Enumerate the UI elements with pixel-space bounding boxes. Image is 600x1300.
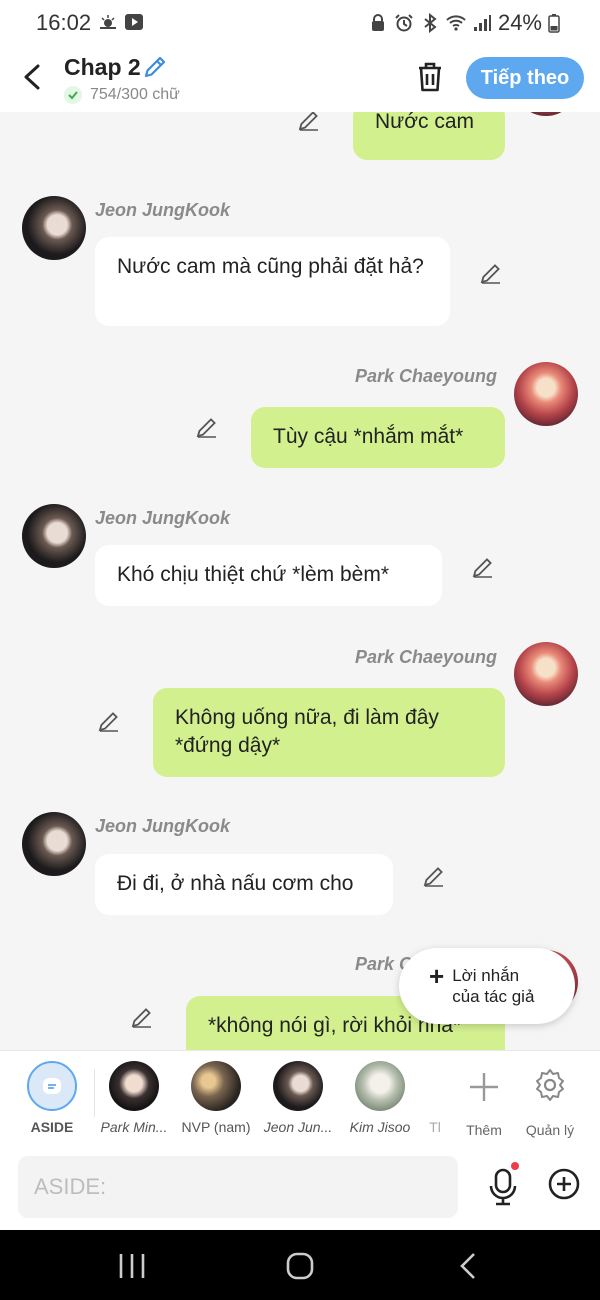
speaker-name: Park Chaeyoung — [355, 647, 498, 667]
signal-icon — [473, 15, 491, 31]
avatar-park-chaeyoung[interactable] — [514, 112, 578, 116]
avatar-park-chaeyoung[interactable] — [514, 642, 578, 706]
character-label: Jeon Jun... — [263, 1119, 333, 1135]
back-arrow-icon[interactable] — [20, 62, 46, 92]
character-selector-bar: ASIDE Park Min... NVP (nam) Jeon Jun... … — [0, 1050, 600, 1147]
edit-message-pencil-icon[interactable] — [422, 864, 446, 888]
status-bar: 16:02 24% — [0, 0, 600, 44]
alarm-icon — [395, 14, 413, 32]
add-circle-icon[interactable] — [548, 1168, 580, 1200]
avatar — [109, 1061, 159, 1111]
message-bubble[interactable]: Nước cam — [353, 112, 505, 160]
video-app-icon — [125, 14, 143, 30]
message-input-bar — [0, 1146, 600, 1230]
check-icon — [64, 86, 82, 104]
character-park-min[interactable]: Park Min... — [94, 1061, 174, 1135]
avatar-jeon-jungkook[interactable] — [22, 812, 86, 876]
character-label: ASIDE — [30, 1119, 74, 1135]
recording-dot — [511, 1162, 519, 1170]
battery-percent: 24% — [497, 10, 542, 35]
speaker-name: Jeon JungKook — [95, 816, 231, 836]
edit-title-pencil-icon[interactable] — [142, 54, 168, 80]
gear-icon — [536, 1069, 564, 1101]
plus-icon — [470, 1073, 498, 1101]
edit-message-pencil-icon[interactable] — [130, 1005, 154, 1029]
add-label: Thêm — [466, 1122, 502, 1138]
status-time: 16:02 — [36, 10, 92, 35]
battery-icon — [548, 14, 560, 33]
chapter-header: Chap 2 754/300 chữ Tiếp theo — [0, 44, 600, 112]
chat-bubble-icon — [43, 1078, 61, 1094]
plus-icon: + — [429, 960, 445, 991]
character-jeon-jungkook[interactable]: Jeon Jun... — [258, 1061, 338, 1135]
word-count: 754/300 chữ — [64, 86, 180, 104]
next-button[interactable]: Tiếp theo — [466, 57, 584, 99]
message-bubble[interactable]: Khó chịu thiệt chứ *lèm bèm* — [95, 545, 442, 606]
back-nav-icon[interactable] — [448, 1250, 488, 1282]
avatar-jeon-jungkook[interactable] — [22, 504, 86, 568]
chapter-title[interactable]: Chap 2 — [64, 54, 141, 81]
chat-area[interactable]: Nước cam Jeon JungKook Nước cam mà cũng … — [0, 112, 600, 1050]
author-note-button[interactable]: + Lời nhắn của tác giả — [399, 948, 575, 1024]
system-navigation-bar — [0, 1230, 600, 1300]
manage-label: Quản lý — [525, 1122, 575, 1138]
edit-message-pencil-icon[interactable] — [195, 415, 219, 439]
word-count-text: 754/300 chữ — [90, 86, 180, 103]
edit-message-pencil-icon[interactable] — [471, 555, 495, 579]
manage-button[interactable]: Quản lý — [515, 1061, 585, 1138]
home-icon[interactable] — [280, 1250, 320, 1282]
aside-input[interactable] — [18, 1156, 458, 1218]
microphone-icon[interactable] — [486, 1164, 520, 1210]
author-note-line1: Lời nhắn — [452, 966, 520, 985]
message-bubble[interactable]: Nước cam mà cũng phải đặt hả? — [95, 237, 450, 326]
recent-apps-icon[interactable] — [112, 1250, 152, 1282]
speaker-name: Park Chaeyoung — [355, 366, 498, 386]
avatar — [191, 1061, 241, 1111]
trash-icon[interactable] — [414, 60, 446, 94]
weather-icon — [100, 15, 116, 29]
avatar-park-chaeyoung[interactable] — [514, 362, 578, 426]
character-label: NVP (nam) — [181, 1119, 251, 1135]
lock-icon — [371, 14, 384, 31]
add-character-button[interactable]: Thêm — [449, 1061, 519, 1138]
avatar — [273, 1061, 323, 1111]
character-label: Park Min... — [100, 1119, 168, 1135]
character-nvp-nam[interactable]: NVP (nam) — [176, 1061, 256, 1135]
author-note-line2: của tác giả — [452, 987, 535, 1006]
wifi-icon — [446, 15, 466, 31]
edit-message-pencil-icon[interactable] — [97, 709, 121, 733]
edit-message-pencil-icon[interactable] — [479, 261, 503, 285]
message-bubble[interactable]: Đi đi, ở nhà nấu cơm cho — [95, 854, 393, 915]
edit-message-pencil-icon[interactable] — [297, 112, 321, 132]
speaker-name: Jeon JungKook — [95, 508, 231, 528]
aside-avatar — [27, 1061, 77, 1111]
character-aside[interactable]: ASIDE — [12, 1061, 92, 1135]
avatar-jeon-jungkook[interactable] — [22, 196, 86, 260]
bluetooth-icon — [424, 13, 437, 33]
message-bubble[interactable]: Tùy cậu *nhắm mắt* — [251, 407, 505, 468]
speaker-name: Jeon JungKook — [95, 200, 231, 220]
message-bubble[interactable]: Không uống nữa, đi làm đây *đứng dậy* — [153, 688, 505, 777]
